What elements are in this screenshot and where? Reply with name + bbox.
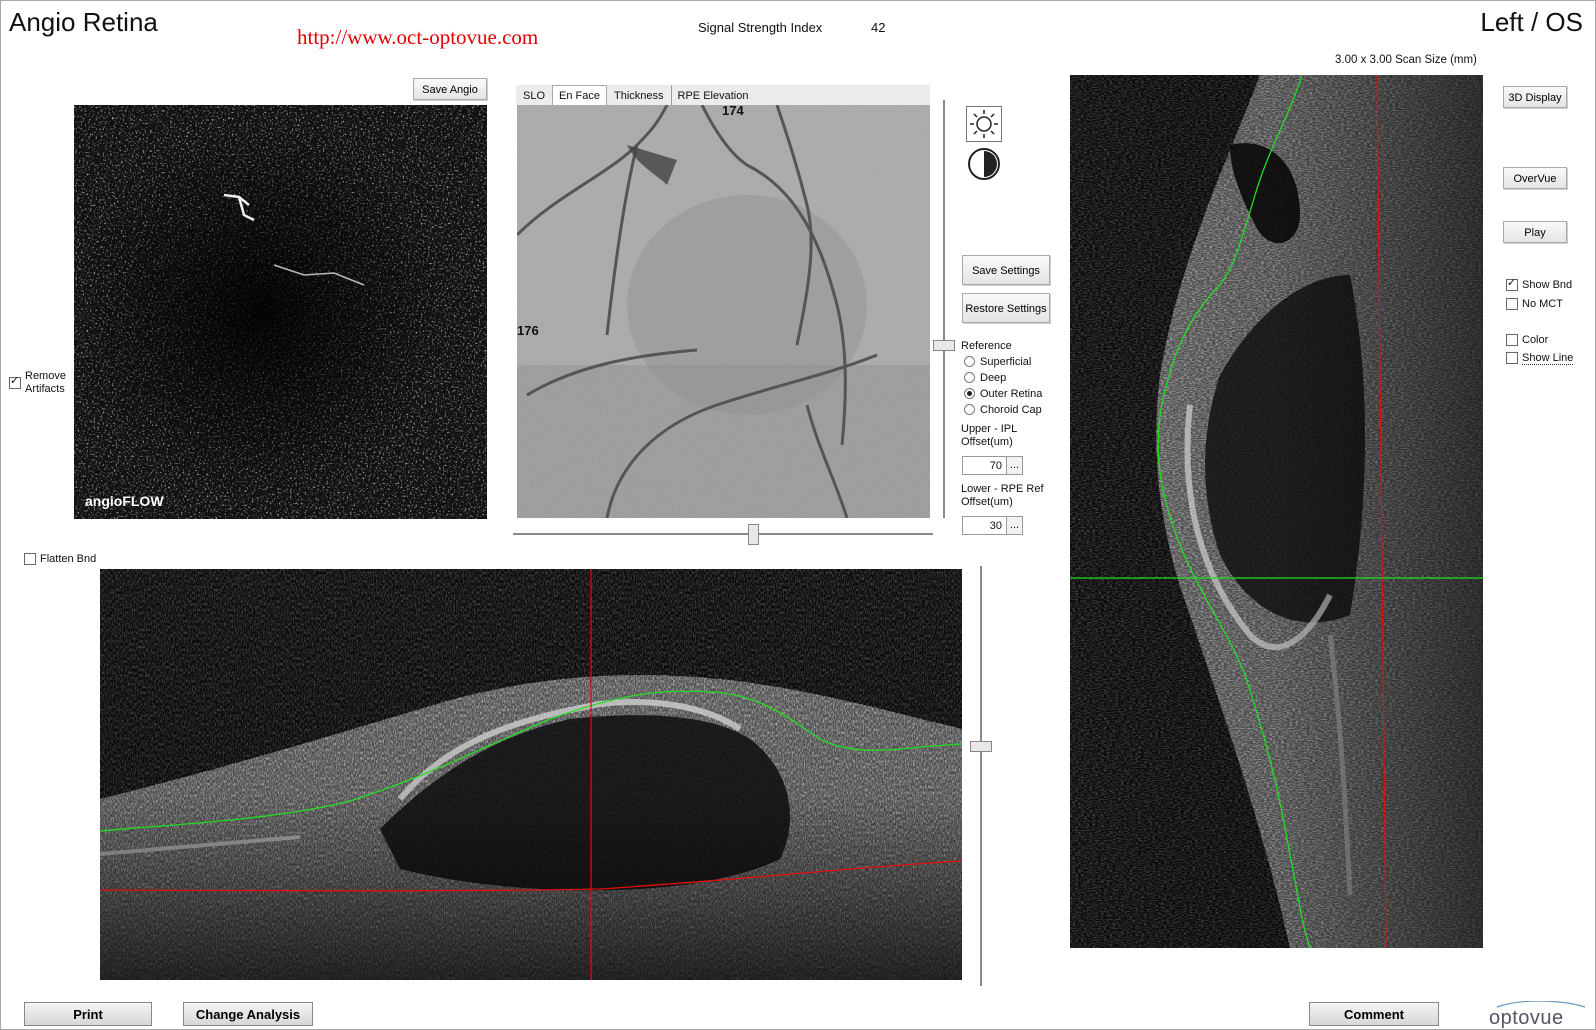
play-button[interactable]: Play	[1503, 221, 1567, 243]
radio-outer-retina-label: Outer Retina	[980, 388, 1043, 400]
enface-marker-left: 176	[517, 323, 539, 338]
upper-offset-label-1: Upper - IPL	[961, 423, 1018, 435]
radio-superficial-label: Superficial	[980, 356, 1032, 368]
tab-thickness[interactable]: Thickness	[607, 85, 671, 105]
restore-settings-button[interactable]: Restore Settings	[962, 293, 1050, 323]
flatten-bnd-label: Flatten Bnd	[40, 553, 97, 565]
eye-label: Left / OS	[1480, 7, 1583, 37]
remove-artifacts-label-2: Artifacts	[25, 383, 65, 395]
comment-button[interactable]: Comment	[1309, 1002, 1439, 1026]
upper-offset-more-button[interactable]: ...	[1006, 456, 1023, 475]
save-settings-button[interactable]: Save Settings	[962, 255, 1050, 285]
radio-choroid-cap[interactable]	[964, 404, 975, 415]
overvue-button[interactable]: OverVue	[1503, 167, 1567, 189]
show-line-label: Show Line	[1522, 352, 1574, 365]
vertical-bscan-image[interactable]	[1070, 75, 1483, 948]
flatten-bnd-checkbox[interactable]	[24, 553, 36, 565]
enface-marker-top: 174	[722, 105, 744, 118]
bscan-vertical-slider-track[interactable]	[980, 566, 982, 986]
no-mct-label: No MCT	[1522, 298, 1563, 310]
tab-en-face[interactable]: En Face	[552, 85, 607, 105]
bscan-vertical-slider-thumb[interactable]	[970, 741, 992, 752]
color-label: Color	[1522, 334, 1549, 346]
radio-superficial[interactable]	[964, 356, 975, 367]
contrast-icon[interactable]	[967, 147, 1001, 181]
reference-label: Reference	[961, 340, 1012, 352]
signal-strength-label: Signal Strength Index	[698, 20, 823, 35]
tab-rpe-elevation[interactable]: RPE Elevation	[670, 85, 756, 105]
enface-tabs: SLO En Face Thickness RPE Elevation	[516, 85, 755, 105]
change-analysis-button[interactable]: Change Analysis	[183, 1002, 313, 1026]
radio-deep[interactable]	[964, 372, 975, 383]
enface-depth-slider-track[interactable]	[513, 533, 933, 535]
radio-outer-retina[interactable]	[964, 388, 975, 399]
website-url: http://www.oct-optovue.com	[297, 25, 539, 49]
lower-offset-more-button[interactable]: ...	[1006, 516, 1023, 535]
save-angio-button[interactable]: Save Angio	[413, 78, 487, 100]
optovue-logo: optovue	[1489, 1001, 1589, 1029]
lower-offset-label-1: Lower - RPE Ref	[961, 483, 1044, 495]
enface-vertical-slider-track[interactable]	[943, 100, 945, 518]
page-title: Angio Retina	[9, 7, 158, 37]
show-bnd-label: Show Bnd	[1522, 279, 1573, 291]
enface-vertical-slider-thumb[interactable]	[933, 340, 955, 351]
upper-offset-label-2: Offset(um)	[961, 436, 1013, 448]
horizontal-bscan-image[interactable]	[100, 569, 962, 980]
enface-depth-slider-thumb[interactable]	[748, 524, 759, 545]
scan-size-label: 3.00 x 3.00 Scan Size (mm)	[1335, 54, 1477, 66]
signal-strength-value: 42	[871, 20, 886, 35]
angio-image[interactable]: angioFLOW	[74, 105, 487, 519]
lower-offset-label-2: Offset(um)	[961, 496, 1013, 508]
print-button[interactable]: Print	[24, 1002, 152, 1026]
lower-offset-input[interactable]: 30	[962, 516, 1007, 535]
show-bnd-checkbox[interactable]	[1506, 277, 1518, 291]
remove-artifacts-checkbox[interactable]	[9, 375, 21, 389]
radio-choroid-cap-label: Choroid Cap	[980, 404, 1042, 416]
radio-deep-label: Deep	[980, 372, 1007, 384]
remove-artifacts-label-1: Remove	[25, 370, 66, 382]
tab-slo[interactable]: SLO	[516, 85, 552, 105]
show-line-checkbox[interactable]	[1506, 352, 1518, 364]
color-checkbox[interactable]	[1506, 334, 1518, 346]
enface-image[interactable]: 174 176	[517, 105, 930, 518]
upper-offset-input[interactable]: 70	[962, 456, 1007, 475]
sun-icon[interactable]	[966, 106, 1002, 142]
angioflow-logo: angioFLOW	[85, 493, 164, 509]
3d-display-button[interactable]: 3D Display	[1503, 86, 1567, 108]
no-mct-checkbox[interactable]	[1506, 298, 1518, 310]
